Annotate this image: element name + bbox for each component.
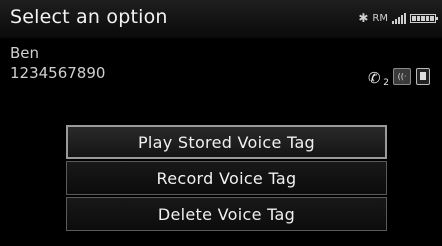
contact-name: Ben bbox=[10, 44, 40, 62]
phone-icon: ✆ 2 bbox=[368, 68, 389, 88]
signal-bars-icon bbox=[392, 12, 406, 24]
record-voice-tag-button[interactable]: Record Voice Tag bbox=[66, 161, 387, 195]
voice-tag-icon: ((· bbox=[393, 68, 411, 85]
bluetooth-icon: ✱ bbox=[358, 11, 369, 25]
delete-voice-tag-button[interactable]: Delete Voice Tag bbox=[66, 197, 387, 231]
play-stored-voice-tag-button[interactable]: Play Stored Voice Tag bbox=[66, 125, 387, 159]
contact-number: 1234567890 bbox=[10, 64, 106, 82]
page-title: Select an option bbox=[10, 6, 168, 28]
phone-slot-number: 2 bbox=[383, 77, 389, 88]
battery-icon bbox=[410, 13, 438, 23]
phonebook-card-icon bbox=[416, 68, 430, 85]
roaming-indicator: RM bbox=[372, 12, 388, 24]
phone-status-icons: ✆ 2 ((· bbox=[368, 68, 430, 88]
status-bar: ✱ RM bbox=[358, 10, 438, 26]
options-menu: Play Stored Voice Tag Record Voice Tag D… bbox=[66, 125, 387, 233]
title-bar: Select an option ✱ RM bbox=[0, 0, 442, 38]
